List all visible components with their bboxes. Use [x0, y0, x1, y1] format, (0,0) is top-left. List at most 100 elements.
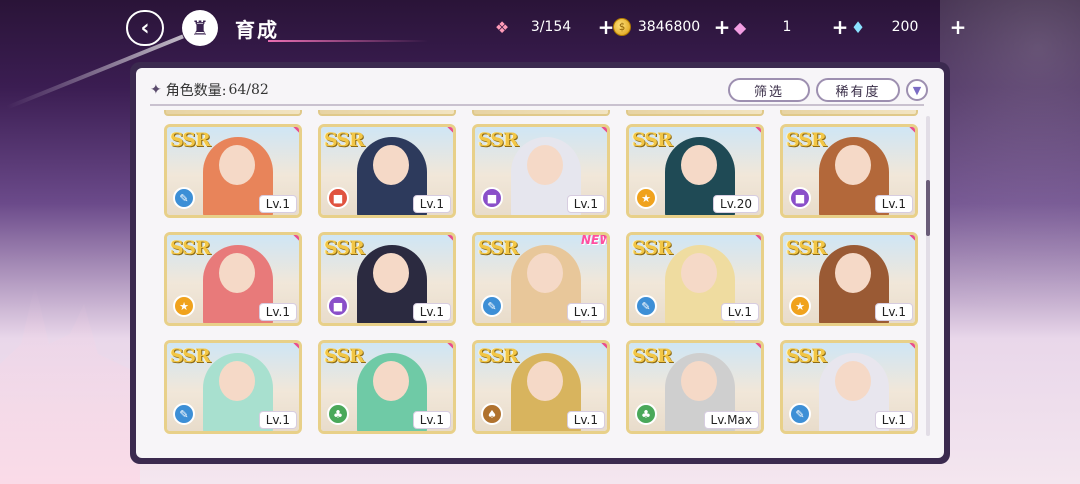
partial-card[interactable] [780, 110, 918, 116]
blue-diamond-icon: ♦ [850, 17, 866, 37]
back-button[interactable]: ‹ [126, 10, 164, 46]
character-face [681, 361, 717, 401]
partial-card[interactable] [318, 110, 456, 116]
attribute-icon: ♣ [327, 403, 349, 425]
character-face [835, 361, 871, 401]
attribute-icon: ✎ [481, 295, 503, 317]
level-label: Lv.1 [258, 195, 297, 213]
partial-card[interactable] [626, 110, 764, 116]
attribute-icon: ✎ [635, 295, 657, 317]
attribute-icon: ■ [327, 295, 349, 317]
rarity-label: SSR [170, 129, 211, 151]
page-title: 育成 [235, 18, 279, 42]
character-face [373, 145, 409, 185]
back-arrow-icon: ‹ [140, 15, 150, 41]
rarity-label: SSR [324, 129, 365, 151]
character-face [527, 361, 563, 401]
attribute-icon: ■ [789, 187, 811, 209]
filter-button[interactable]: 筛选 [728, 78, 810, 102]
scrollbar-track[interactable] [926, 116, 930, 436]
character-face [835, 253, 871, 293]
character-card[interactable]: SSR ★ Lv.1 [780, 232, 918, 326]
character-face [527, 253, 563, 293]
level-label: Lv.Max [703, 411, 759, 429]
top-bar: ‹ ♜ 育成 ❖ 3/154 + $ 3846800 + ◆ 1 + ♦ 200… [0, 0, 1080, 56]
character-face [681, 253, 717, 293]
background-castle-silhouette [0, 284, 140, 484]
character-count: ✦ 角色数量: 64/82 [150, 80, 269, 100]
level-label: Lv.1 [874, 303, 913, 321]
home-button[interactable]: ♜ [182, 10, 218, 46]
character-card[interactable]: SSR ■ Lv.1 [472, 124, 610, 218]
attribute-icon: ★ [789, 295, 811, 317]
character-face [835, 145, 871, 185]
coin-value: 3846800 [637, 19, 701, 35]
rarity-label: SSR [170, 345, 211, 367]
character-card[interactable]: SSR ■ Lv.1 [318, 124, 456, 218]
new-badge: NEW [581, 233, 610, 247]
character-face [219, 361, 255, 401]
title-decoration [268, 40, 428, 42]
level-label: Lv.20 [713, 195, 759, 213]
attribute-icon: ✎ [173, 187, 195, 209]
attribute-icon: ★ [173, 295, 195, 317]
rarity-label: SSR [170, 237, 211, 259]
rarity-label: SSR [478, 237, 519, 259]
level-label: Lv.1 [566, 411, 605, 429]
castle-home-icon: ♜ [191, 16, 209, 40]
rarity-label: SSR [786, 129, 827, 151]
rarity-label: SSR [786, 237, 827, 259]
rarity-label: SSR [324, 345, 365, 367]
character-card[interactable]: SSR ♠ Lv.1 [472, 340, 610, 434]
partial-card[interactable] [472, 110, 610, 116]
character-face [373, 361, 409, 401]
rarity-sort-button[interactable]: 稀有度 [816, 78, 900, 102]
level-label: Lv.1 [412, 303, 451, 321]
level-label: Lv.1 [566, 303, 605, 321]
header-divider [150, 104, 924, 106]
level-label: Lv.1 [258, 303, 297, 321]
attribute-icon: ■ [327, 187, 349, 209]
rarity-label: SSR [478, 129, 519, 151]
character-card[interactable]: SSR ✎ Lv.1 [164, 124, 302, 218]
character-card[interactable]: SSR ■ Lv.1 [780, 124, 918, 218]
character-panel-inner: ✦ 角色数量: 64/82 筛选 稀有度 ▼ SSR ✎ Lv.1 SSR ■ Lv.1 S… [136, 68, 944, 458]
rarity-label: SSR [478, 345, 519, 367]
character-card[interactable]: SSR ■ Lv.1 [318, 232, 456, 326]
rarity-label: SSR [324, 237, 365, 259]
scrollbar-thumb[interactable] [926, 180, 930, 236]
character-count-value: 64/82 [228, 82, 269, 98]
level-label: Lv.1 [874, 195, 913, 213]
level-label: Lv.1 [258, 411, 297, 429]
character-grid: SSR ✎ Lv.1 SSR ■ Lv.1 SSR ■ Lv.1 SSR ★ Lv.20 SSR ■ Lv.… [162, 110, 922, 440]
sort-order-button[interactable]: ▼ [906, 79, 928, 101]
blue-diamond-resource: ♦ 200 + [846, 14, 968, 40]
attribute-icon: ✎ [173, 403, 195, 425]
rarity-label: SSR [632, 345, 673, 367]
character-card[interactable]: SSR ♣ Lv.Max [626, 340, 764, 434]
add-blue-diamond-button[interactable]: + [948, 15, 968, 39]
character-card[interactable]: SSR ★ Lv.1 [164, 232, 302, 326]
rarity-label: SSR [632, 237, 673, 259]
attribute-icon: ✎ [789, 403, 811, 425]
character-face [219, 253, 255, 293]
rarity-label: SSR [632, 129, 673, 151]
character-card[interactable]: SSR ★ Lv.20 [626, 124, 764, 218]
pink-gem-value: 1 [782, 19, 792, 35]
partial-row-above [162, 110, 922, 118]
level-label: Lv.1 [412, 411, 451, 429]
character-card[interactable]: SSR ♣ Lv.1 [318, 340, 456, 434]
attribute-icon: ★ [635, 187, 657, 209]
coin-resource: $ 3846800 + [610, 14, 732, 40]
candy-resource: ❖ 3/154 + [490, 14, 616, 40]
character-face [527, 145, 563, 185]
candy-value: 3/154 [530, 19, 572, 35]
attribute-icon: ♣ [635, 403, 657, 425]
character-face [373, 253, 409, 293]
level-label: Lv.1 [566, 195, 605, 213]
character-card[interactable]: SSR ✎ Lv.1 [164, 340, 302, 434]
character-card[interactable]: SSR ✎ Lv.1 [780, 340, 918, 434]
partial-card[interactable] [164, 110, 302, 116]
character-card[interactable]: SSR ✎ Lv.1 NEW [472, 232, 610, 326]
character-card[interactable]: SSR ✎ Lv.1 [626, 232, 764, 326]
